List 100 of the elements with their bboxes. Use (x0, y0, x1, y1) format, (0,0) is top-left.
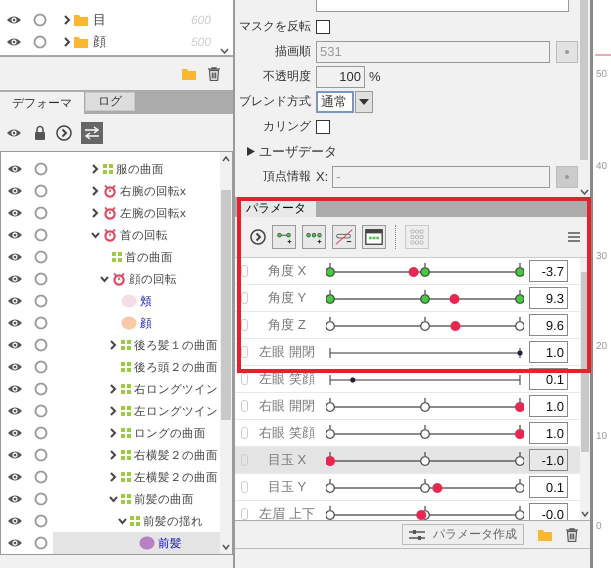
chevron-right-icon[interactable] (110, 450, 117, 460)
eye-icon[interactable] (6, 128, 22, 138)
value-field[interactable]: 9.3 (529, 287, 568, 309)
scroll-up-icon[interactable] (222, 156, 230, 162)
dot-button[interactable] (556, 40, 578, 62)
value-field[interactable]: 0.1 (529, 476, 568, 498)
add-key-button[interactable] (272, 225, 296, 249)
circle-icon[interactable] (34, 162, 48, 176)
clip-icon[interactable] (241, 508, 248, 520)
menu-icon[interactable] (568, 232, 580, 242)
eye-icon[interactable] (7, 296, 23, 306)
circle-icon[interactable] (33, 13, 47, 27)
delete-key-button[interactable] (332, 225, 356, 249)
circle-icon[interactable] (34, 404, 48, 418)
circle-icon[interactable] (34, 426, 48, 440)
dropdown-button[interactable] (355, 90, 373, 112)
eye-icon[interactable] (7, 318, 23, 328)
tree-item[interactable]: ロングの曲面 (53, 422, 220, 444)
tree-item[interactable]: 右横髪２の曲面 (53, 444, 220, 466)
input-field[interactable]: 100 (316, 66, 365, 88)
section-label[interactable]: ユーザデータ (259, 142, 337, 160)
eye-icon[interactable] (7, 186, 23, 196)
eye-icon[interactable] (7, 208, 23, 218)
slider-thumb[interactable] (350, 377, 356, 383)
chevron-down-icon[interactable] (118, 518, 127, 524)
chevron-right-icon[interactable] (64, 15, 71, 25)
circle-icon[interactable] (34, 360, 48, 374)
eye-icon[interactable] (7, 230, 23, 240)
eye-icon[interactable] (7, 494, 23, 504)
clip-icon[interactable] (241, 427, 248, 439)
circle-icon[interactable] (34, 470, 48, 484)
tree-item[interactable]: 頬 (53, 290, 220, 312)
tree-item[interactable]: 首の曲面 (53, 246, 220, 268)
chevron-right-icon[interactable] (92, 208, 99, 218)
value-field[interactable]: 1.0 (529, 422, 568, 444)
slider-thumb[interactable] (416, 510, 426, 520)
circle-icon[interactable] (34, 536, 48, 550)
scroll-down-icon[interactable] (222, 544, 230, 550)
chevron-right-icon[interactable] (110, 472, 117, 482)
trash-icon[interactable] (208, 66, 220, 80)
tree-item[interactable]: 左ロングツイン (53, 400, 220, 422)
scrollbar-thumb[interactable] (580, 0, 588, 160)
swap-button[interactable] (81, 122, 103, 144)
scroll-down-icon[interactable] (581, 511, 589, 517)
layer-name[interactable]: 顔 (93, 33, 106, 51)
circle-icon[interactable] (34, 448, 48, 462)
circle-icon[interactable] (34, 338, 48, 352)
circle-icon[interactable] (34, 382, 48, 396)
eye-icon[interactable] (7, 340, 23, 350)
scroll-down-icon[interactable] (580, 189, 589, 195)
tree-item[interactable]: 前髪の揺れ (53, 510, 220, 532)
chevron-right-icon[interactable] (110, 340, 117, 350)
slider-thumb[interactable] (515, 429, 524, 439)
trash-icon[interactable] (566, 528, 578, 542)
circle-icon[interactable] (34, 492, 48, 506)
layer-name[interactable]: 目 (93, 11, 106, 29)
eye-icon[interactable] (7, 362, 23, 372)
tree-item[interactable]: 服の曲面 (53, 158, 220, 180)
value-field[interactable]: 1.0 (529, 341, 568, 363)
dot-button[interactable] (556, 166, 578, 188)
eye-icon[interactable] (7, 384, 23, 394)
tree-item[interactable]: 左腕の回転x (53, 202, 220, 224)
value-field[interactable]: 9.6 (529, 314, 568, 336)
slider-thumb[interactable] (517, 350, 523, 356)
clip-icon[interactable] (241, 481, 248, 493)
tree-item[interactable]: 左横髪２の曲面 (53, 466, 220, 488)
eye-icon[interactable] (7, 252, 23, 262)
chevron-right-icon[interactable] (110, 428, 117, 438)
scroll-down-icon[interactable] (220, 48, 229, 54)
slider-thumb[interactable] (326, 456, 335, 466)
slider-thumb[interactable] (450, 321, 460, 331)
circle-icon[interactable] (34, 228, 48, 242)
clip-icon[interactable] (241, 319, 248, 331)
eye-icon[interactable] (7, 472, 23, 482)
circle-icon[interactable] (34, 206, 48, 220)
chevron-right-icon[interactable] (92, 164, 99, 174)
tree-item[interactable]: 後ろ髪１の曲面 (53, 334, 220, 356)
chevron-right-icon[interactable] (110, 384, 117, 394)
checkbox[interactable] (316, 20, 330, 34)
chevron-down-icon[interactable] (100, 276, 109, 282)
eye-icon[interactable] (6, 37, 22, 47)
value-field[interactable]: 1.0 (529, 395, 568, 417)
circle-icon[interactable] (34, 184, 48, 198)
chevron-down-icon[interactable] (109, 496, 118, 502)
circle-icon[interactable] (34, 316, 48, 330)
value-field[interactable]: -1.0 (529, 449, 568, 471)
add-three-keys-button[interactable] (302, 225, 326, 249)
circle-icon[interactable] (34, 250, 48, 264)
clip-icon[interactable] (241, 373, 248, 385)
scrollbar-thumb[interactable] (221, 190, 231, 420)
tree-item[interactable]: 後ろ頭２の曲面 (53, 356, 220, 378)
eye-icon[interactable] (6, 15, 22, 25)
eye-icon[interactable] (7, 164, 23, 174)
chevron-right-icon[interactable] (92, 186, 99, 196)
value-field[interactable]: -3.7 (529, 260, 568, 282)
checkbox[interactable] (316, 120, 330, 134)
panel-button[interactable] (362, 225, 386, 249)
tree-item[interactable]: 前髪 (53, 532, 220, 554)
tree-item[interactable]: 右ロングツイン (53, 378, 220, 400)
tab[interactable]: デフォーマ (0, 92, 84, 114)
